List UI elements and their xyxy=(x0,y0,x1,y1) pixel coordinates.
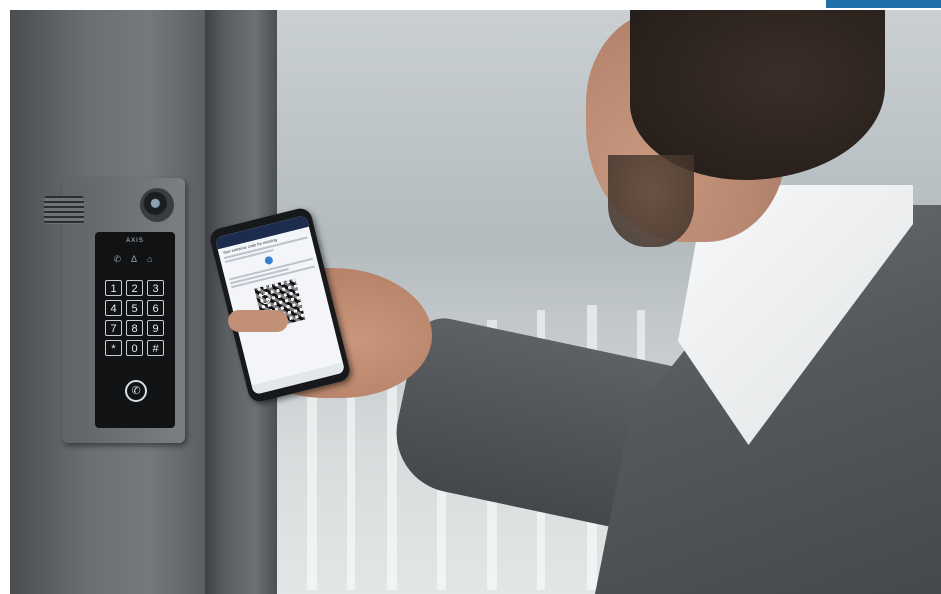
keypad-key[interactable]: 8 xyxy=(126,320,143,336)
keypad-key[interactable]: 7 xyxy=(105,320,122,336)
man-thumb xyxy=(228,310,288,332)
intercom-call-button[interactable]: ✆ xyxy=(125,380,147,402)
man-beard xyxy=(608,155,694,247)
intercom-brand-label: AXIS xyxy=(126,238,144,244)
keypad-key[interactable]: 3 xyxy=(147,280,164,296)
keypad-key[interactable]: 5 xyxy=(126,300,143,316)
keypad-key[interactable]: # xyxy=(147,340,164,356)
intercom-speaker-grille xyxy=(44,196,84,224)
intercom-status-icons: ✆ Δ ⌂ xyxy=(113,254,157,264)
intercom-keypad: 1 2 3 4 5 6 7 8 9 * 0 # xyxy=(105,280,167,356)
keypad-key[interactable]: 1 xyxy=(105,280,122,296)
app-logo-icon xyxy=(264,255,274,266)
intercom-keypad-panel: AXIS ✆ Δ ⌂ 1 2 3 4 5 6 7 8 9 * 0 # ✆ xyxy=(95,232,175,428)
keypad-key[interactable]: 4 xyxy=(105,300,122,316)
corner-accent-tab xyxy=(826,0,941,8)
keypad-key[interactable]: 2 xyxy=(126,280,143,296)
keypad-key[interactable]: 6 xyxy=(147,300,164,316)
keypad-key[interactable]: * xyxy=(105,340,122,356)
keypad-key[interactable]: 0 xyxy=(126,340,143,356)
intercom-camera-icon xyxy=(140,188,174,222)
keypad-key[interactable]: 9 xyxy=(147,320,164,336)
photo-scene: AXIS ✆ Δ ⌂ 1 2 3 4 5 6 7 8 9 * 0 # ✆ You… xyxy=(10,10,941,594)
